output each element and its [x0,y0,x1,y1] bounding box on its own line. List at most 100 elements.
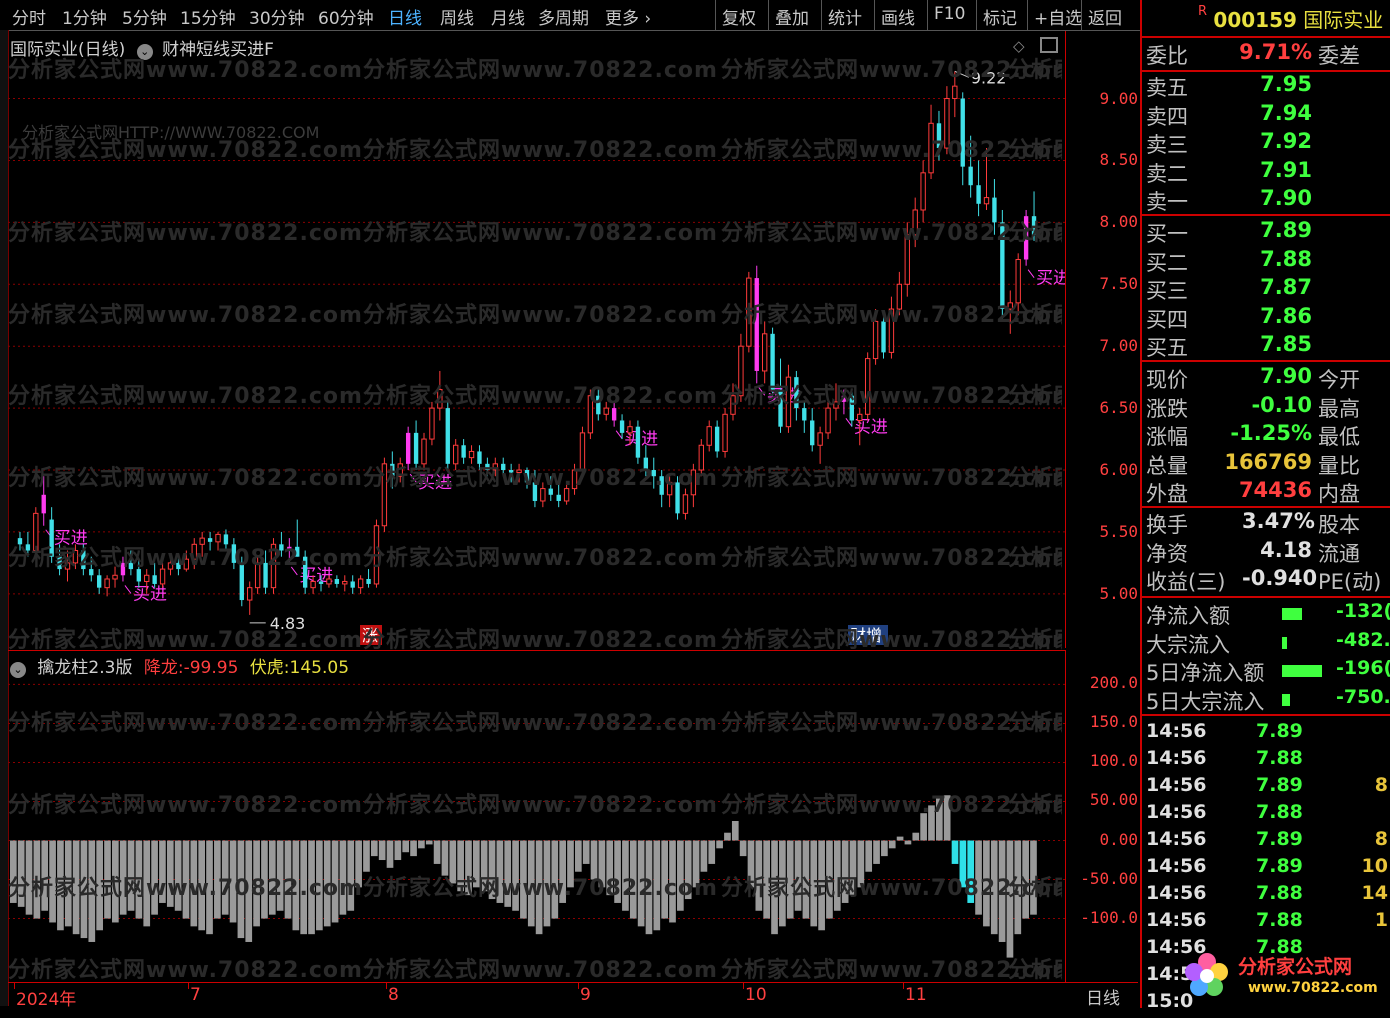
time-label: 2024年 [16,990,77,1010]
candle-body [730,395,736,415]
histogram-bar [433,840,441,864]
histogram-bar [480,840,488,892]
period-tab-10[interactable]: 更多 › [605,4,651,29]
histogram-bar [316,840,323,931]
candle-body [176,562,181,570]
row-value: 7.88 [1260,246,1312,271]
candle-body [128,562,134,570]
tick-time: 14:56 [1146,909,1207,931]
row-value: 7.90 [1260,186,1312,210]
tool-button-3[interactable]: 画线 [881,4,915,29]
buy-arrow [409,473,417,483]
brand-logo: 分析家公式网 www.70822.com [1182,946,1390,1006]
histogram-bar [983,840,990,927]
row-right-label: 流通 [1318,541,1360,566]
histogram-bar [967,840,975,903]
flow-value: -482.( [1336,628,1390,651]
row-value: 7.90 [1260,364,1312,388]
histogram-chart[interactable] [8,651,1065,983]
histogram-bar [582,840,590,864]
period-tab-8[interactable]: 月线 [491,4,525,29]
quote-row: 总量 166769 量比 [1146,450,1390,478]
flow-value: -196( [1336,657,1390,679]
row-label: 现价 [1146,368,1188,392]
flow-bar [1282,693,1290,706]
period-tab-9[interactable]: 多周期 [538,4,589,29]
histogram-bar [865,840,873,872]
event-badge-1[interactable]: 财增 [848,625,888,645]
period-tab-7[interactable]: 周线 [440,4,474,29]
candle-body [89,569,94,576]
histogram-bar [920,813,927,841]
row-value: 7.89 [1260,218,1312,242]
quote-row: 涨跌 -0.10 最高 [1146,393,1390,421]
toolbar-separator [1027,0,1028,30]
histogram-bar [551,840,559,919]
event-badge-0[interactable]: 涨 [360,625,382,645]
histogram-bar [567,840,574,888]
period-indicator[interactable]: 日线 [1070,984,1136,1009]
buy-arrow [758,387,766,396]
period-tab-4[interactable]: 30分钟 [249,4,305,29]
period-tab-6[interactable]: 日线 [388,4,422,29]
tool-button-6[interactable]: +自选 [1034,4,1082,29]
histogram-bar [779,840,786,927]
tool-button-1[interactable]: 叠加 [775,4,809,29]
period-tab-5[interactable]: 60分钟 [318,4,374,29]
tool-button-4[interactable]: F10 [934,4,965,24]
histogram-bar [755,840,763,911]
price-tick: 8.50 [1099,150,1138,170]
row-value: 7.87 [1260,275,1312,299]
buy-signal-label: 买进 [418,473,452,493]
histogram-bar [637,840,645,927]
histogram-bar [708,840,716,864]
candle-body [295,546,300,557]
tool-button-2[interactable]: 统计 [828,4,862,29]
row-label: 买三 [1146,279,1188,303]
histogram-bar [598,840,606,888]
histogram-bar [818,840,825,931]
candle-body [310,580,316,589]
sub-tick: 100.0 [1089,751,1138,771]
row-value: 74436 [1238,478,1312,502]
divider [1142,714,1390,716]
quote-row: 收益(三) -0.940 PE(动) [1146,566,1390,594]
histogram-bar [771,840,778,935]
flower-logo-icon [1182,950,1232,1000]
row-label: 涨幅 [1146,425,1188,449]
tick-price: 7.89 [1256,720,1303,742]
sub-chart-panel[interactable]: ⌄ 擒龙柱2.3版 降龙:-99.95 伏虎:145.05 [8,650,1066,983]
candle-body [41,494,46,514]
buy-arrow [1027,269,1035,279]
tick-volume: 8 [1374,774,1388,796]
period-tab-2[interactable]: 5分钟 [122,4,167,29]
period-tab-3[interactable]: 15分钟 [180,4,236,29]
candle-body [1015,259,1021,304]
tick-row: 14:56 7.88 [1146,801,1390,829]
candle-body [239,562,244,601]
candle-body [183,558,190,570]
row-label: 外盘 [1146,482,1188,506]
tool-button-0[interactable]: 复权 [722,4,756,29]
period-tab-0[interactable]: 分时 [12,4,46,29]
candle-body [571,469,578,490]
quote-row: 外盘 74436 内盘 [1146,478,1390,506]
candlestick-chart[interactable]: 买进买进买进买进买进买进买进买进9.224.83涨 财增 [8,31,1065,648]
candle-body [635,426,641,458]
histogram-bar [873,840,880,864]
candle-body [563,488,570,502]
candle-body [904,234,910,285]
period-tab-1[interactable]: 1分钟 [62,4,107,29]
tool-button-7[interactable]: 返回 [1088,4,1122,29]
histogram-bar [261,840,268,919]
main-chart-panel[interactable]: 国际实业(日线) ⌄ 财神短线买进F ◇ 分析家公式网HTTP://WWW.70… [8,31,1066,648]
candle-body [548,488,553,495]
histogram-bar [449,840,457,884]
histogram-bar [127,840,135,911]
histogram-bar [1006,840,1014,958]
tool-button-5[interactable]: 标记 [983,4,1017,29]
row-value: 7.86 [1260,303,1312,328]
sub-tick: 200.0 [1089,673,1138,693]
candle-body [992,197,997,223]
row-right-label: 今开 [1318,368,1360,392]
